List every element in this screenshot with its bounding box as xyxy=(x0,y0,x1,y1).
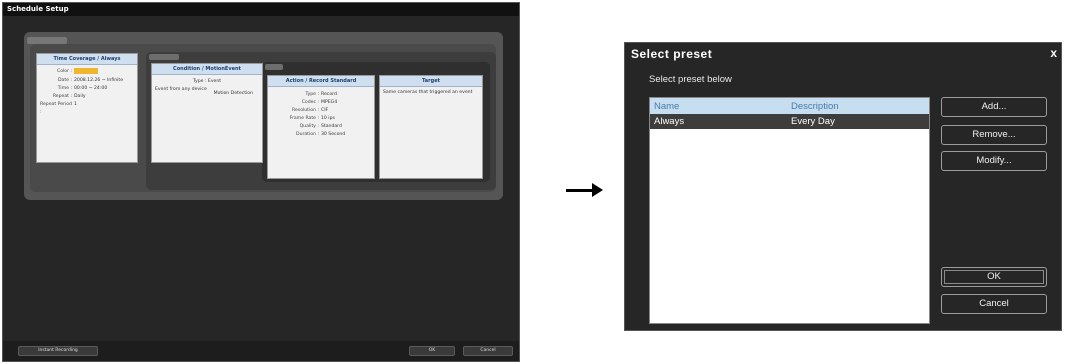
frame-rate-value: 10 ips xyxy=(321,116,335,121)
screenshot-stage: Schedule Setup Time Coverage / Always Co… xyxy=(0,0,1065,364)
schedule-setup-window: Schedule Setup Time Coverage / Always Co… xyxy=(2,2,520,362)
repeat-label: Repeat : xyxy=(52,93,72,99)
modify-button[interactable]: Modify... xyxy=(941,151,1047,171)
dialog-title: Select preset xyxy=(631,47,713,61)
cancel-button[interactable]: Cancel xyxy=(463,346,513,356)
time-label: Time : xyxy=(57,85,72,91)
ok-button[interactable]: OK xyxy=(409,346,455,356)
list-header: Name Description xyxy=(650,98,929,114)
dialog-instruction: Select preset below xyxy=(649,74,732,85)
column-header-name[interactable]: Name xyxy=(650,101,791,112)
card-header: Time Coverage / Always xyxy=(37,54,137,65)
frame-rate-label: Frame Rate : xyxy=(289,116,319,121)
type-value: Record xyxy=(321,92,337,97)
repeat-period-label: Repeat Period : xyxy=(40,101,72,115)
resolution-label: Resolution : xyxy=(291,108,319,113)
preset-list[interactable]: Name Description Always Every Day xyxy=(649,97,930,324)
group-tab[interactable] xyxy=(149,54,179,60)
resolution-value: CIF xyxy=(321,108,329,113)
window-title: Schedule Setup xyxy=(3,3,519,16)
add-button[interactable]: Add... xyxy=(941,97,1047,117)
codec-value: MPEG4 xyxy=(321,100,338,105)
duration-value: 30 Second xyxy=(321,132,346,137)
group-tab[interactable] xyxy=(27,37,67,44)
arrow-head-icon xyxy=(592,183,603,197)
preset-name: Always xyxy=(654,116,685,127)
action-card[interactable]: Action / Record Standard Type : Record Co… xyxy=(267,75,375,179)
target-card[interactable]: Target Same cameras that triggered an ev… xyxy=(379,75,483,179)
cancel-button[interactable]: Cancel xyxy=(941,294,1047,314)
condition-type: Type : Event xyxy=(192,79,222,84)
card-header: Target xyxy=(380,76,482,87)
codec-label: Codec : xyxy=(301,100,319,105)
remove-button[interactable]: Remove... xyxy=(941,125,1047,145)
card-header: Condition / MotionEvent xyxy=(152,64,262,75)
color-label: Color : xyxy=(56,69,72,74)
list-item[interactable]: Always Every Day xyxy=(650,114,929,129)
instant-recording-button[interactable]: Instant Recording xyxy=(18,346,98,356)
preset-description: Every Day xyxy=(791,116,835,127)
date-label: Date : xyxy=(58,77,72,83)
quality-value: Standard xyxy=(321,124,342,129)
repeat-value: Daily xyxy=(74,93,86,99)
group-tab[interactable] xyxy=(265,64,283,70)
time-value: 00:00 ~ 24:00 xyxy=(74,85,108,91)
column-header-description[interactable]: Description xyxy=(791,101,839,112)
type-label: Type : xyxy=(305,92,319,97)
select-preset-dialog: Select preset x Select preset below Name… xyxy=(624,42,1062,331)
repeat-period-value: 1 xyxy=(74,101,77,107)
card-header: Action / Record Standard xyxy=(268,76,374,87)
date-value: 2008.12.26 ~ Infinite xyxy=(74,77,124,83)
close-icon[interactable]: x xyxy=(1050,46,1057,60)
target-text: Same cameras that triggered an event xyxy=(383,90,473,95)
ok-button[interactable]: OK xyxy=(941,267,1047,287)
arrow-icon xyxy=(566,189,594,192)
duration-label: Duration : xyxy=(296,132,319,137)
time-coverage-card[interactable]: Time Coverage / Always Color : Date :200… xyxy=(36,53,138,163)
condition-card[interactable]: Condition / MotionEvent Type : Event Eve… xyxy=(151,63,263,163)
color-swatch xyxy=(74,68,98,74)
quality-label: Quality : xyxy=(299,124,319,129)
